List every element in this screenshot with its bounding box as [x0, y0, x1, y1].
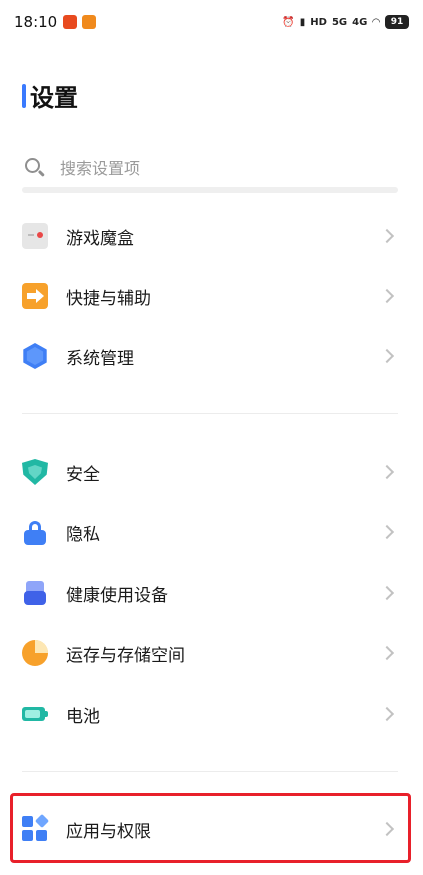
health-device-icon [22, 580, 48, 606]
status-indicators: ⏰ ▮ HD 5G 4G ◠ 91 [282, 15, 409, 29]
settings-item-system[interactable]: 系统管理 [22, 327, 398, 385]
settings-item-security[interactable]: 安全 [22, 443, 398, 501]
chevron-right-icon [379, 585, 395, 601]
chevron-right-icon [379, 706, 395, 722]
status-time: 18:10 [14, 13, 58, 31]
hd-icon: HD [310, 16, 327, 28]
chevron-right-icon [379, 228, 395, 244]
settings-item-game-box[interactable]: 游戏魔盒 [22, 207, 398, 265]
settings-item-label: 健康使用设备 [66, 585, 168, 606]
settings-item-shortcuts[interactable]: 快捷与辅助 [22, 267, 398, 325]
settings-item-label: 游戏魔盒 [66, 228, 134, 249]
shield-icon [22, 459, 48, 485]
storage-pie-icon [22, 640, 48, 666]
group-divider [22, 771, 398, 772]
apps-grid-icon [22, 813, 50, 842]
shortcut-arrow-icon [22, 283, 48, 309]
settings-item-storage[interactable]: 运存与存储空间 [22, 624, 398, 682]
settings-item-label: 系统管理 [66, 348, 134, 369]
system-hexagon-icon [23, 343, 47, 369]
group-divider [22, 413, 398, 414]
chevron-right-icon [379, 524, 395, 540]
settings-item-label: 快捷与辅助 [66, 288, 151, 309]
battery-icon [22, 701, 48, 727]
gallery-notification-icon [82, 15, 97, 29]
search-underline [22, 187, 398, 193]
status-bar: 18:10 ⏰ ▮ HD 5G 4G ◠ 91 [0, 0, 423, 44]
settings-item-label: 运存与存储空间 [66, 645, 185, 666]
chevron-right-icon [379, 464, 395, 480]
page-title: 设置 [30, 84, 78, 112]
chevron-right-icon [379, 288, 395, 304]
settings-item-label: 安全 [66, 464, 100, 485]
search-bar[interactable] [22, 148, 398, 188]
page-header: 设置 [22, 78, 78, 113]
title-accent-bar [22, 83, 26, 108]
app-notification-icon [63, 15, 78, 29]
search-input[interactable] [60, 158, 360, 178]
battery-indicator: 91 [385, 15, 409, 29]
notification-icons [63, 15, 97, 29]
chevron-right-icon [379, 645, 395, 661]
signal-4g-label: 4G [352, 16, 368, 28]
settings-item-label: 应用与权限 [66, 821, 151, 842]
game-box-icon [22, 223, 48, 249]
vibrate-icon: ▮ [299, 16, 306, 28]
chevron-right-icon [379, 821, 395, 837]
search-icon [24, 157, 46, 179]
settings-item-privacy[interactable]: 隐私 [22, 503, 398, 561]
settings-item-battery[interactable]: 电池 [22, 685, 398, 743]
settings-item-label: 隐私 [66, 524, 100, 545]
settings-item-health[interactable]: 健康使用设备 [22, 564, 398, 622]
settings-item-apps-permissions[interactable]: 应用与权限 [22, 800, 398, 858]
wifi-icon: ◠ [372, 16, 380, 28]
signal-5g-label: 5G [331, 16, 348, 28]
settings-item-label: 电池 [66, 706, 100, 727]
lock-icon [22, 519, 48, 545]
chevron-right-icon [379, 348, 395, 364]
alarm-icon: ⏰ [282, 16, 295, 28]
